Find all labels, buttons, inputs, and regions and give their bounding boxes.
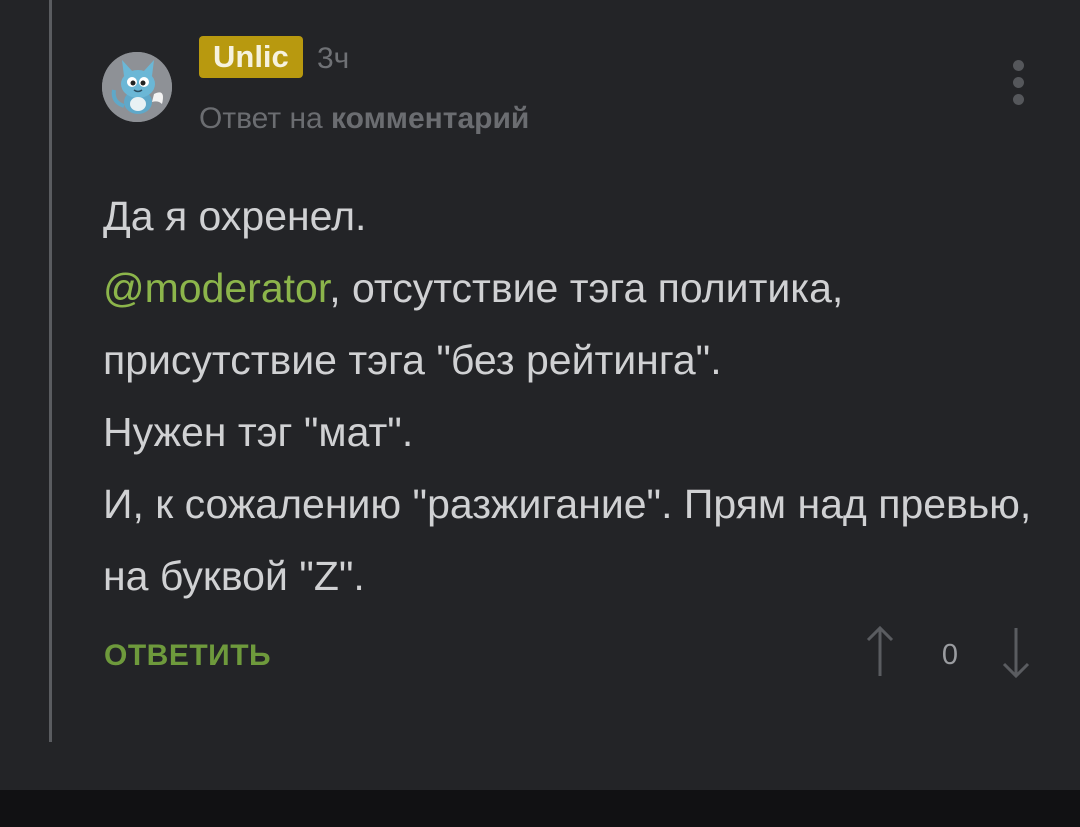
- bottom-bar: [0, 790, 1080, 827]
- reply-to-link[interactable]: комментарий: [331, 102, 529, 135]
- reply-to-line: Ответ на комментарий: [199, 100, 529, 138]
- reply-button[interactable]: ОТВЕТИТЬ: [104, 636, 271, 676]
- username-badge[interactable]: Unlic: [199, 36, 303, 78]
- comment-line-2: @moderator, отсутствие тэга политика, пр…: [103, 252, 1043, 396]
- user-avatar[interactable]: [102, 52, 172, 122]
- downvote-arrow-svg: [1002, 628, 1030, 679]
- mention-link[interactable]: @moderator: [103, 265, 329, 311]
- comment-screen: Unlic 3ч Ответ на комментарий Да я охрен…: [0, 0, 1080, 790]
- more-vertical-icon[interactable]: [1006, 60, 1030, 110]
- comment-line-4: И, к сожалению "разжигание". Прям над пр…: [103, 481, 1032, 599]
- cat-avatar-icon: [102, 52, 172, 122]
- rating-count: 0: [941, 639, 959, 671]
- comment-line-3: Нужен тэг "мат".: [103, 409, 414, 455]
- comment-time: 3ч: [317, 42, 350, 75]
- menu-dot: [1012, 60, 1024, 71]
- arrow-down-icon[interactable]: [998, 624, 1034, 680]
- menu-dot: [1012, 94, 1024, 105]
- reply-to-prefix: Ответ на: [199, 102, 323, 135]
- comment-line-1: Да я охренел.: [103, 193, 367, 239]
- comment-text: Да я охренел. @moderator, отсутствие тэг…: [103, 180, 1043, 612]
- menu-dot: [1012, 77, 1024, 88]
- arrow-up-icon[interactable]: [862, 624, 898, 680]
- thread-line: [49, 0, 52, 742]
- upvote-arrow-svg: [866, 625, 894, 676]
